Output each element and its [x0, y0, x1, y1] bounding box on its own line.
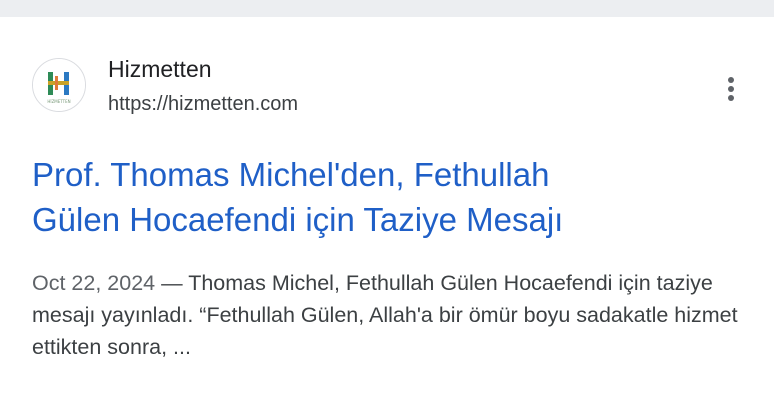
result-date: Oct 22, 2024: [32, 271, 156, 295]
hizmetten-logo-icon[interactable]: HİZMETTEN: [32, 58, 86, 112]
date-separator: —: [155, 271, 189, 295]
svg-text:HİZMETTEN: HİZMETTEN: [47, 99, 70, 104]
title-line-2: Gülen Hocaefendi için Taziye Mesajı: [32, 201, 564, 238]
more-dot: [728, 77, 734, 83]
site-name[interactable]: Hizmetten: [108, 55, 212, 83]
result-title-link[interactable]: Prof. Thomas Michel'den, Fethullah Gülen…: [32, 152, 732, 242]
title-line-1: Prof. Thomas Michel'den, Fethullah: [32, 156, 550, 193]
search-result-card: HİZMETTEN Hizmetten https://hizmetten.co…: [0, 17, 774, 405]
more-vert-icon[interactable]: [716, 69, 746, 109]
site-url[interactable]: https://hizmetten.com: [108, 91, 298, 117]
more-dot: [728, 95, 734, 101]
favicon-graphic: HİZMETTEN: [33, 59, 85, 111]
search-results-page: HİZMETTEN Hizmetten https://hizmetten.co…: [0, 0, 774, 405]
top-divider-strip: [0, 0, 774, 17]
more-dot: [728, 86, 734, 92]
result-snippet: Oct 22, 2024 — Thomas Michel, Fethullah …: [32, 267, 752, 363]
